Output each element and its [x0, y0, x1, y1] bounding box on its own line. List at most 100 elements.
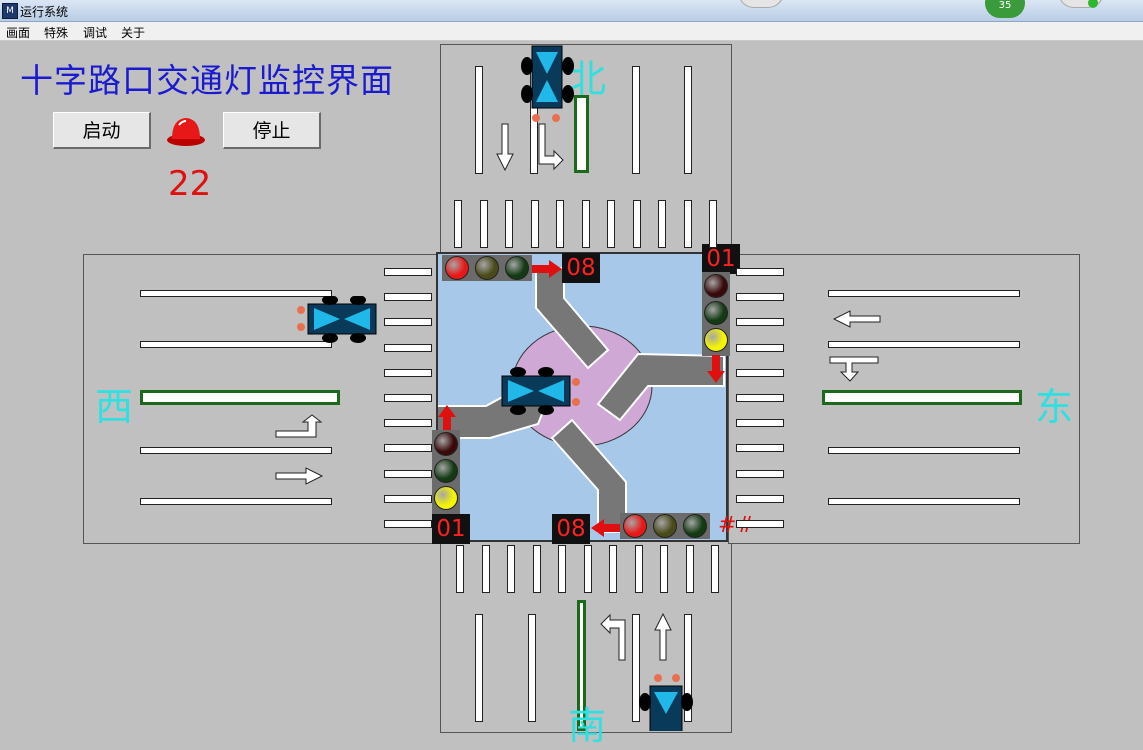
- start-button[interactable]: 启动: [53, 112, 151, 149]
- crosswalk-stripe: [384, 520, 432, 528]
- light-bulb: [505, 256, 529, 280]
- lane-marking: [828, 498, 1020, 505]
- crosswalk-stripe: [709, 200, 717, 248]
- crosswalk-stripe: [632, 200, 641, 248]
- crosswalk-stripe: [384, 318, 432, 327]
- timer-south: 08: [552, 514, 590, 544]
- light-bulb: [434, 486, 458, 510]
- west-stop-lane: [140, 390, 340, 405]
- traffic-light-west: [432, 430, 460, 514]
- light-bulb: [623, 514, 647, 538]
- timer-west: 01: [432, 514, 470, 544]
- crosswalk-stripe: [634, 545, 643, 593]
- crosswalk-stripe: [736, 494, 784, 503]
- crosswalk-stripe: [736, 293, 784, 302]
- crosswalk-stripe: [384, 494, 432, 503]
- tray-badge: 35: [985, 0, 1025, 18]
- crosswalk-stripe: [736, 368, 784, 377]
- car-center: [501, 367, 580, 415]
- crosswalk-stripe: [384, 368, 432, 377]
- crosswalk-stripe: [384, 444, 432, 453]
- crosswalk-stripe: [454, 200, 462, 248]
- menu-bar: 画面 特殊 调试 关于: [0, 22, 1143, 41]
- straight-arrow-icon: [496, 123, 514, 172]
- light-bulb: [653, 514, 677, 538]
- lane-marking: [140, 498, 332, 505]
- lane-marking: [828, 341, 1020, 348]
- crosswalk-stripe: [532, 545, 541, 593]
- crosswalk-stripe: [609, 545, 617, 593]
- car-north: [521, 45, 574, 122]
- crosswalk-stripe: [736, 343, 784, 352]
- crosswalk-stripe: [581, 200, 590, 248]
- crosswalk-stripe: [456, 545, 464, 593]
- crosswalk-stripe: [736, 520, 784, 528]
- crosswalk-stripe: [505, 200, 513, 248]
- crosswalk-stripe: [384, 419, 432, 428]
- lane-marking: [632, 66, 640, 174]
- lane-marking: [828, 447, 1020, 454]
- crosswalk-stripe: [658, 200, 666, 248]
- crosswalk-stripe: [530, 200, 539, 248]
- crosswalk-stripe: [384, 293, 432, 302]
- south-label: 南: [568, 704, 607, 748]
- turn-arrow-icon: [600, 613, 626, 661]
- crosswalk-stripe: [685, 545, 694, 593]
- light-bulb: [704, 328, 728, 352]
- counter-value: 22: [168, 164, 212, 204]
- crosswalk-stripe: [736, 469, 784, 478]
- straight-arrow-icon: [832, 310, 881, 328]
- crosswalk-stripe: [736, 394, 784, 402]
- status-dot-icon: [1088, 0, 1098, 8]
- crosswalk-stripe: [683, 200, 692, 248]
- roundabout-paths: [438, 267, 725, 533]
- app-icon[interactable]: M: [2, 3, 18, 19]
- crosswalk-stripe: [736, 268, 784, 276]
- light-bulb: [704, 301, 728, 325]
- crosswalk-stripe: [660, 545, 668, 593]
- menu-item-screen[interactable]: 画面: [6, 24, 30, 41]
- light-bulb: [434, 432, 458, 456]
- light-bulb: [445, 256, 469, 280]
- crosswalk-stripe: [736, 318, 784, 327]
- intersection-area: [436, 252, 728, 542]
- crosswalk-stripe: [607, 200, 615, 248]
- lane-marking: [475, 66, 483, 174]
- crosswalk-stripe: [736, 444, 784, 453]
- turn-arrow-icon: [829, 356, 879, 382]
- car-west: [297, 296, 377, 343]
- crosswalk-stripe: [736, 419, 784, 428]
- straight-arrow-icon: [275, 467, 324, 485]
- stop-button[interactable]: 停止: [223, 112, 321, 149]
- crosswalk-stripe: [507, 545, 515, 593]
- menu-item-special[interactable]: 特殊: [44, 24, 68, 41]
- window-title: 运行系统: [20, 5, 69, 19]
- lane-marking: [140, 447, 332, 454]
- tray-widget: [738, 0, 784, 8]
- alarm-beacon-icon: [167, 118, 205, 146]
- traffic-light-east: [702, 272, 730, 356]
- east-label: 东: [1035, 385, 1074, 429]
- arrow-left-icon: [591, 519, 621, 537]
- straight-arrow-icon: [654, 612, 672, 661]
- menu-item-debug[interactable]: 调试: [83, 24, 107, 41]
- crosswalk-stripe: [384, 469, 432, 478]
- crosswalk-stripe: [556, 200, 564, 248]
- crosswalk-stripe: [481, 545, 490, 593]
- turn-arrow-icon: [538, 123, 564, 171]
- turn-arrow-icon: [275, 414, 323, 438]
- west-label: 西: [95, 385, 134, 429]
- crosswalk-stripe: [583, 545, 592, 593]
- light-bulb: [704, 274, 728, 298]
- light-bulb: [475, 256, 499, 280]
- traffic-light-north: [442, 255, 532, 281]
- menu-item-about[interactable]: 关于: [121, 24, 145, 41]
- page-title: 十字路口交通灯监控界面: [20, 61, 394, 100]
- crosswalk-stripe: [384, 268, 432, 276]
- title-bar: M 运行系统 35: [0, 0, 1143, 22]
- arrow-right-icon: [532, 260, 562, 278]
- lane-marking: [828, 290, 1020, 297]
- traffic-light-south: [620, 513, 710, 539]
- crosswalk-stripe: [384, 394, 432, 402]
- east-stop-lane: [822, 390, 1022, 405]
